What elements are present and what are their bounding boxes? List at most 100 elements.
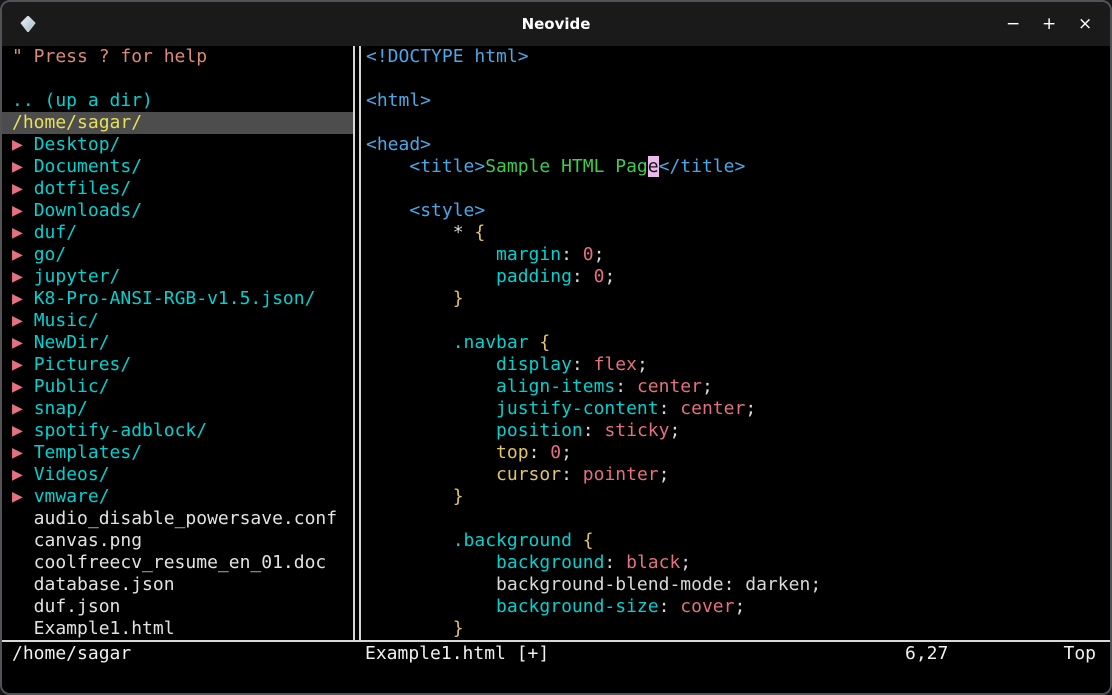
dir-name: snap/ — [34, 398, 88, 419]
explorer-file-item[interactable]: duf.json — [2, 596, 353, 618]
code-line[interactable]: <!DOCTYPE html> — [366, 46, 1110, 68]
code-line[interactable] — [366, 178, 1110, 200]
file-name: canvas.png — [12, 530, 142, 551]
explorer-dir-item[interactable]: ▶ vmware/ — [2, 486, 353, 508]
statusline-cwd: /home/sagar — [12, 642, 131, 666]
code-line[interactable]: margin: 0; — [366, 244, 1110, 266]
code-line[interactable]: position: sticky; — [366, 420, 1110, 442]
code-line[interactable]: } — [366, 288, 1110, 310]
explorer-dir-item[interactable]: ▶ Videos/ — [2, 464, 353, 486]
code-line[interactable]: background-blend-mode: darken; — [366, 574, 1110, 596]
netrw-help-banner: " Press ? for help — [2, 46, 353, 68]
code-line[interactable]: .navbar { — [366, 332, 1110, 354]
code-line[interactable]: align-items: center; — [366, 376, 1110, 398]
statusline-scroll: Top — [1063, 642, 1096, 666]
blank-line — [2, 68, 353, 90]
explorer-dir-item[interactable]: ▶ Documents/ — [2, 156, 353, 178]
code-editor-pane[interactable]: <!DOCTYPE html> <html> <head> <title>Sampl… — [364, 46, 1110, 640]
explorer-list: .. (up a dir)/home/sagar/▶ Desktop/▶ Doc… — [2, 90, 353, 640]
explorer-dir-item[interactable]: ▶ Templates/ — [2, 442, 353, 464]
file-explorer-pane[interactable]: " Press ? for help .. (up a dir)/home/sa… — [2, 46, 353, 640]
code-line[interactable]: <html> — [366, 90, 1110, 112]
dir-name: Templates/ — [34, 442, 142, 463]
separator-line — [353, 46, 355, 640]
code-line[interactable]: <title>Sample HTML Page</title> — [366, 156, 1110, 178]
tree-expand-icon: ▶ — [12, 464, 34, 485]
explorer-dir-item[interactable]: ▶ dotfiles/ — [2, 178, 353, 200]
tree-expand-icon: ▶ — [12, 442, 34, 463]
command-line[interactable] — [2, 666, 1110, 693]
tree-expand-icon: ▶ — [12, 178, 34, 199]
explorer-dir-item[interactable]: ▶ Downloads/ — [2, 200, 353, 222]
close-button[interactable]: × — [1078, 14, 1092, 34]
code-line[interactable]: padding: 0; — [366, 266, 1110, 288]
explorer-dir-item[interactable]: ▶ go/ — [2, 244, 353, 266]
separator-line — [359, 46, 361, 640]
code-line[interactable] — [366, 508, 1110, 530]
dir-name: vmware/ — [34, 486, 110, 507]
maximize-button[interactable]: + — [1042, 14, 1056, 34]
window-controls: − + × — [1006, 2, 1092, 46]
code-line[interactable] — [366, 310, 1110, 332]
tree-expand-icon: ▶ — [12, 200, 34, 221]
explorer-dir-item[interactable]: ▶ spotify-adblock/ — [2, 420, 353, 442]
code-line[interactable]: .background { — [366, 530, 1110, 552]
explorer-dir-item[interactable]: ▶ NewDir/ — [2, 332, 353, 354]
dir-name: K8-Pro-ANSI-RGB-v1.5.json/ — [34, 288, 316, 309]
explorer-file-item[interactable]: database.json — [2, 574, 353, 596]
explorer-dir-item[interactable]: ▶ K8-Pro-ANSI-RGB-v1.5.json/ — [2, 288, 353, 310]
file-name: database.json — [12, 574, 175, 595]
code-line[interactable]: <style> — [366, 200, 1110, 222]
dir-name: Public/ — [34, 376, 110, 397]
tree-expand-icon: ▶ — [12, 134, 34, 155]
code-line[interactable]: background-size: cover; — [366, 596, 1110, 618]
file-name: Example1.html — [12, 618, 175, 639]
statusline: /home/sagar Example1.html [+] 6,27 Top — [2, 640, 1110, 666]
file-name: duf.json — [12, 596, 120, 617]
explorer-file-item[interactable]: audio_disable_powersave.conf — [2, 508, 353, 530]
code-line[interactable]: } — [366, 486, 1110, 508]
dir-name: Videos/ — [34, 464, 110, 485]
tree-expand-icon: ▶ — [12, 486, 34, 507]
dir-name: spotify-adblock/ — [34, 420, 207, 441]
code-line[interactable]: } — [366, 618, 1110, 640]
dir-name: Downloads/ — [34, 200, 142, 221]
code-line[interactable] — [366, 68, 1110, 90]
code-line[interactable]: <head> — [366, 134, 1110, 156]
explorer-dir-item[interactable]: ▶ snap/ — [2, 398, 353, 420]
tree-expand-icon: ▶ — [12, 420, 34, 441]
code-line[interactable]: cursor: pointer; — [366, 464, 1110, 486]
explorer-dir-item[interactable]: ▶ Public/ — [2, 376, 353, 398]
file-name: audio_disable_powersave.conf — [12, 508, 337, 529]
explorer-file-item[interactable]: coolfreecv_resume_en_01.doc — [2, 552, 353, 574]
tree-expand-icon: ▶ — [12, 332, 34, 353]
explorer-updir-item[interactable]: .. (up a dir) — [2, 90, 353, 112]
code-line[interactable]: justify-content: center; — [366, 398, 1110, 420]
minimize-button[interactable]: − — [1006, 14, 1020, 34]
tree-expand-icon: ▶ — [12, 288, 34, 309]
code-line[interactable] — [366, 112, 1110, 134]
dir-name: Desktop/ — [34, 134, 121, 155]
explorer-dir-item[interactable]: ▶ Pictures/ — [2, 354, 353, 376]
tree-expand-icon: ▶ — [12, 310, 34, 331]
dir-name: .. (up a dir) — [12, 90, 153, 111]
dir-name: Music/ — [34, 310, 99, 331]
explorer-dir-item[interactable]: ▶ Music/ — [2, 310, 353, 332]
code-line[interactable]: top: 0; — [366, 442, 1110, 464]
titlebar[interactable]: Neovide − + × — [2, 2, 1110, 46]
explorer-dir-item[interactable]: ▶ jupyter/ — [2, 266, 353, 288]
code-area: <!DOCTYPE html> <html> <head> <title>Sampl… — [366, 46, 1110, 640]
code-line[interactable]: * { — [366, 222, 1110, 244]
tree-expand-icon: ▶ — [12, 156, 34, 177]
code-line[interactable]: background: black; — [366, 552, 1110, 574]
dir-name: /home/sagar/ — [12, 112, 142, 133]
window-separator[interactable] — [353, 46, 364, 640]
explorer-dir-item[interactable]: ▶ Desktop/ — [2, 134, 353, 156]
explorer-current-dir[interactable]: /home/sagar/ — [2, 112, 353, 134]
code-line[interactable]: display: flex; — [366, 354, 1110, 376]
dir-name: dotfiles/ — [34, 178, 132, 199]
explorer-file-item[interactable]: Example1.html — [2, 618, 353, 640]
explorer-dir-item[interactable]: ▶ duf/ — [2, 222, 353, 244]
explorer-file-item[interactable]: canvas.png — [2, 530, 353, 552]
editor-area: " Press ? for help .. (up a dir)/home/sa… — [2, 46, 1110, 640]
